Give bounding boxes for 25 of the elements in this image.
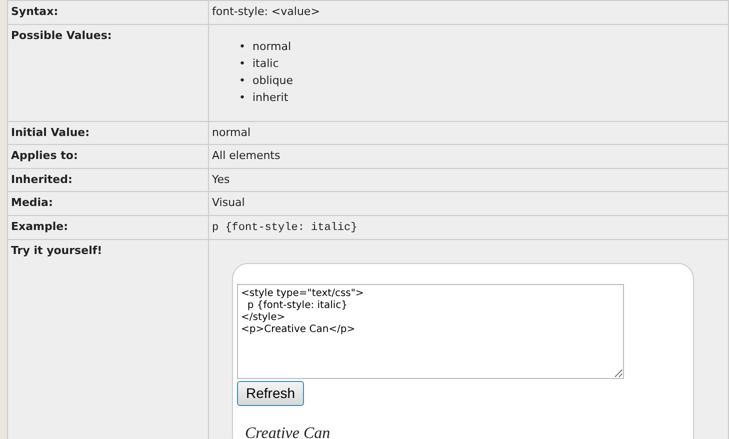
list-item: inherit bbox=[252, 90, 288, 106]
property-value: Yes bbox=[212, 172, 230, 186]
bullet-mark: • bbox=[239, 90, 246, 106]
code-example: p {font-style: italic} bbox=[212, 222, 358, 234]
property-value: font-style: <value> bbox=[212, 5, 320, 18]
property-label: Inherited: bbox=[8, 168, 208, 192]
property-value: All elements bbox=[212, 149, 280, 162]
property-value: normal bbox=[212, 126, 251, 138]
property-label: Initial Value: bbox=[8, 121, 208, 144]
property-value: Visual bbox=[212, 196, 245, 209]
property-label: Applies to: bbox=[8, 144, 208, 168]
property-label: Syntax: bbox=[8, 0, 208, 24]
code-editor[interactable]: <style type="text/css"> p {font-style: italic} </style> <p>Creative Can</p> bbox=[237, 284, 624, 379]
list-item: italic bbox=[252, 56, 279, 72]
bullet-mark: • bbox=[239, 38, 246, 54]
output-text: Creative Can bbox=[245, 424, 332, 439]
property-label: Media: bbox=[8, 192, 208, 215]
property-label: Try it yourself! bbox=[8, 240, 208, 439]
list-item: normal bbox=[252, 38, 292, 54]
bullet-mark: • bbox=[239, 72, 246, 88]
property-label: Example: bbox=[8, 215, 208, 240]
refresh-button[interactable]: Refresh bbox=[237, 381, 304, 406]
property-label: Possible Values: bbox=[8, 24, 208, 121]
bullet-mark: • bbox=[239, 56, 246, 72]
list-item: oblique bbox=[252, 72, 294, 88]
